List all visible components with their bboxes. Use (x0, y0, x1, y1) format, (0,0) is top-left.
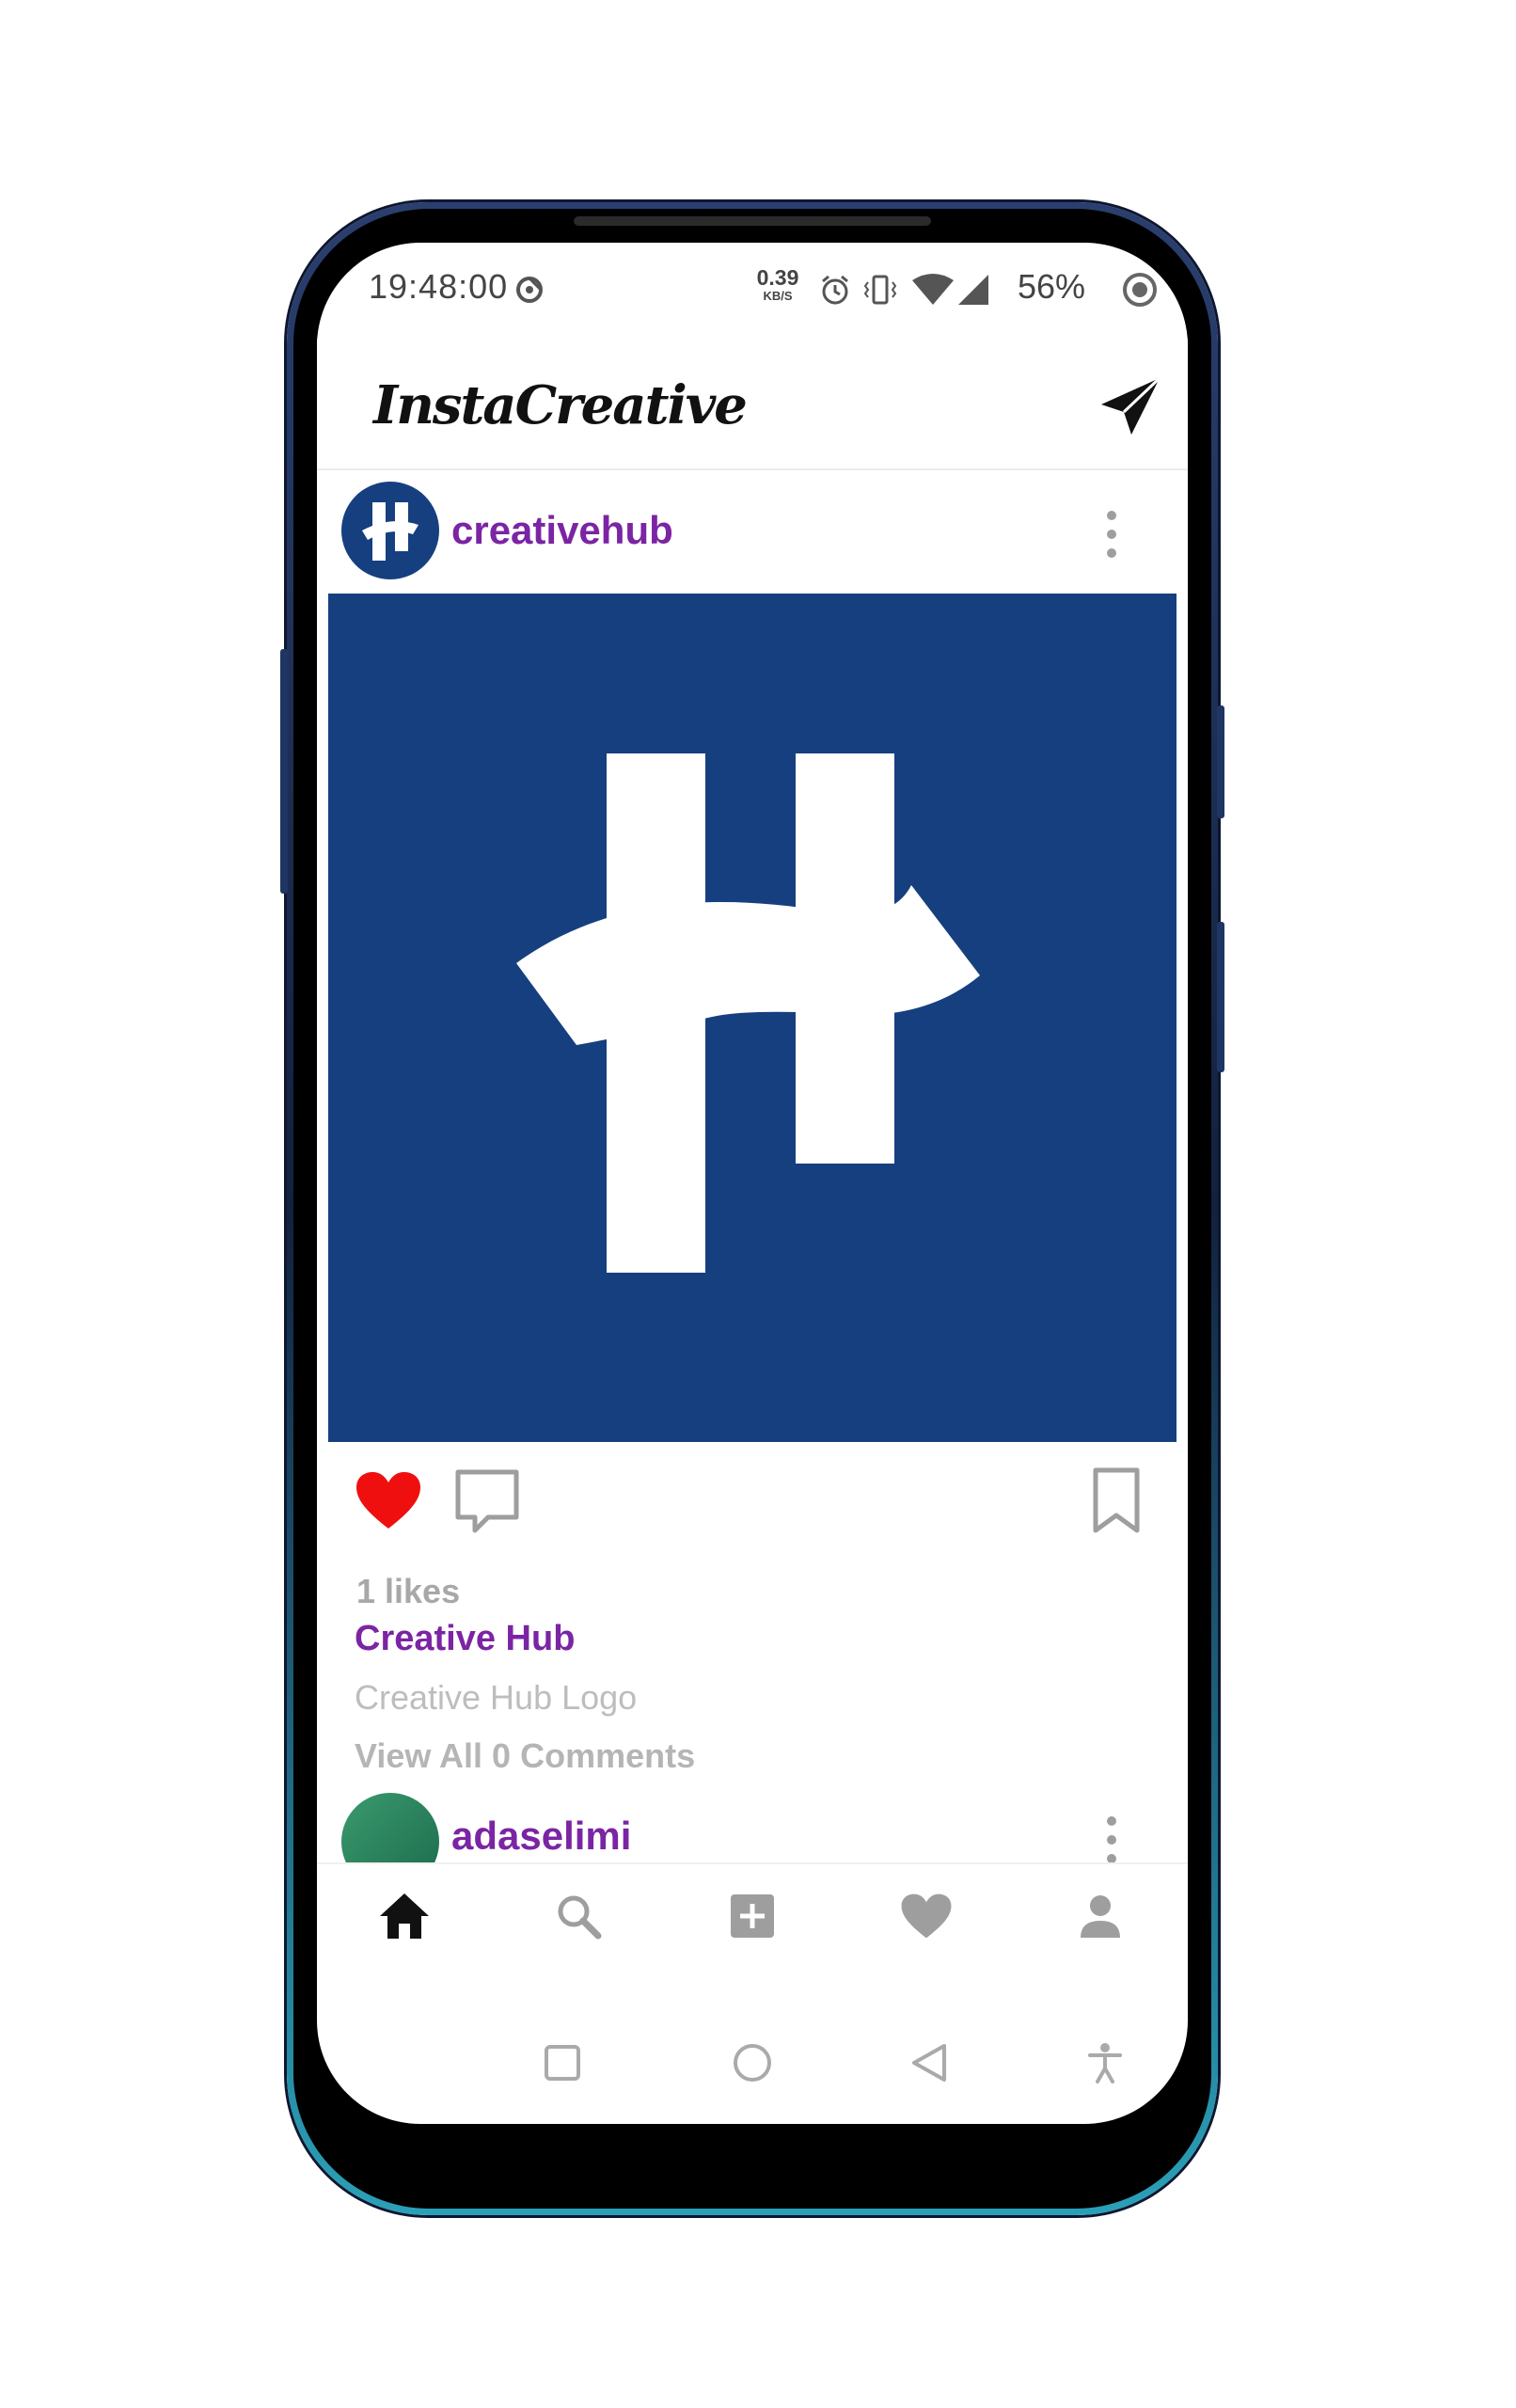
vibrate-icon (863, 275, 897, 305)
power-button (1217, 922, 1224, 1072)
post-actions (317, 1451, 1188, 1555)
alarm-icon (822, 275, 848, 305)
avatar[interactable] (341, 1793, 439, 1862)
search-icon[interactable] (541, 1883, 616, 1949)
avatar[interactable] (341, 482, 439, 579)
post-caption: Creative Hub Logo (355, 1678, 638, 1717)
app-logo: InstaCreative (373, 374, 748, 436)
activity-heart-icon[interactable] (889, 1883, 964, 1949)
add-post-icon[interactable] (715, 1883, 790, 1949)
creativehub-logo-icon (362, 502, 418, 561)
comment-icon[interactable] (454, 1468, 520, 1534)
earpiece-speaker (574, 216, 931, 226)
phone-screen: 19:48:00 0.39 KB/S 56% InstaCreative cre… (317, 243, 1188, 2124)
wifi-icon (912, 274, 954, 305)
likes-count: 1 likes (356, 1572, 461, 1610)
data-saver-icon (516, 277, 543, 303)
post-username[interactable]: adaselimi (451, 1814, 631, 1859)
creativehub-logo-image (516, 753, 980, 1273)
recents-icon[interactable] (529, 2030, 595, 2096)
status-time: 19:48:00 (369, 267, 509, 306)
home-icon[interactable] (367, 1883, 442, 1949)
post-username[interactable]: creativehub (451, 508, 673, 553)
profile-icon[interactable] (1063, 1883, 1138, 1949)
cellular-signal-icon (958, 275, 988, 305)
net-speed: 0.39 KB/S (750, 265, 806, 303)
post-image[interactable] (328, 594, 1176, 1442)
net-speed-value: 0.39 (756, 265, 799, 290)
status-bar: 19:48:00 0.39 KB/S 56% (317, 243, 1188, 337)
battery-icon (1123, 273, 1157, 307)
more-options-icon[interactable] (1098, 1814, 1126, 1864)
bottom-navigation (317, 1864, 1188, 1968)
next-post-header: adaselimi (317, 1785, 1188, 1864)
post-author-name[interactable]: Creative Hub (355, 1619, 575, 1659)
post-header: creativehub (317, 470, 1188, 593)
heart-icon[interactable] (355, 1470, 422, 1530)
net-speed-unit: KB/S (763, 289, 793, 303)
accessibility-icon[interactable] (1072, 2030, 1138, 2096)
volume-button (280, 649, 288, 894)
send-icon[interactable] (1098, 374, 1163, 440)
app-header: InstaCreative (317, 337, 1188, 470)
bookmark-icon[interactable] (1090, 1466, 1143, 1534)
alert-slider (1217, 705, 1224, 818)
home-circle-icon[interactable] (719, 2030, 785, 2096)
system-navigation-bar (317, 2011, 1188, 2115)
battery-percentage: 56% (1018, 267, 1086, 306)
more-options-icon[interactable] (1098, 508, 1126, 561)
back-icon[interactable] (896, 2030, 962, 2096)
view-comments-link[interactable]: View All 0 Comments (355, 1736, 695, 1776)
page: 19:48:00 0.39 KB/S 56% InstaCreative cre… (0, 0, 1516, 2408)
